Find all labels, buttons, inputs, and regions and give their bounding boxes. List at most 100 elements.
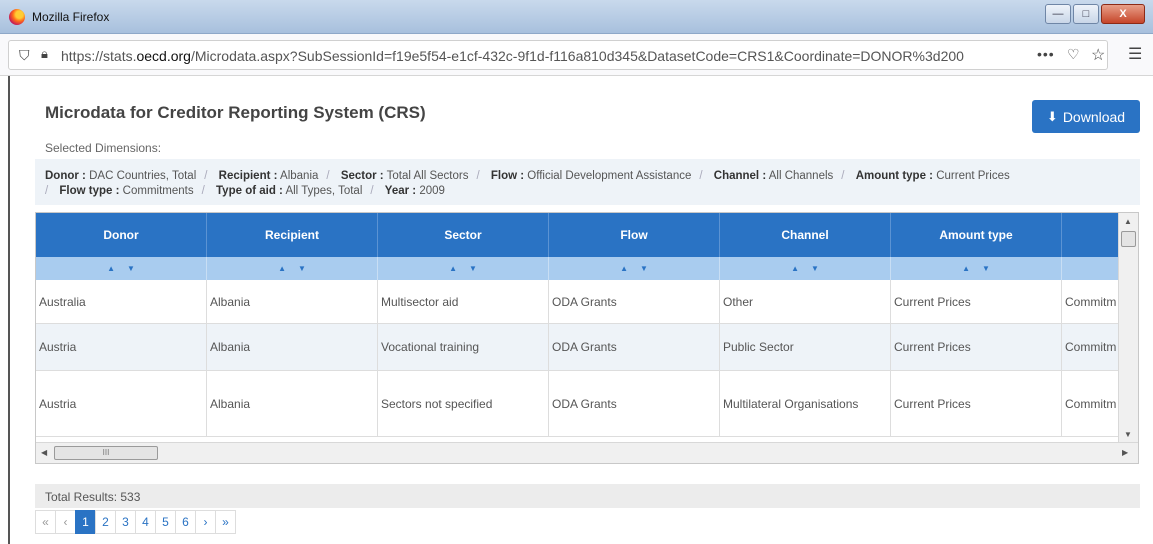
page-3-button[interactable]: 3 xyxy=(115,510,136,534)
cell-flow: ODA Grants xyxy=(549,324,720,370)
page-first-button[interactable]: « xyxy=(35,510,56,534)
sort-desc-icon[interactable]: ▼ xyxy=(640,264,648,273)
sort-controls-sector: ▲ ▼ xyxy=(378,257,549,280)
cell-donor: Australia xyxy=(36,280,207,323)
sort-asc-icon[interactable]: ▲ xyxy=(278,264,286,273)
window-titlebar: Mozilla Firefox — □ X xyxy=(0,0,1153,34)
sort-controls-flow: ▲ ▼ xyxy=(549,257,720,280)
total-results: Total Results: 533 xyxy=(45,490,141,504)
page-last-button[interactable]: » xyxy=(215,510,236,534)
data-grid: Donor Recipient Sector Flow Channel Amou… xyxy=(35,212,1139,464)
window-controls: — □ X xyxy=(1045,4,1145,24)
page-4-button[interactable]: 4 xyxy=(135,510,156,534)
window-title: Mozilla Firefox xyxy=(32,10,110,24)
scroll-up-icon[interactable]: ▲ xyxy=(1124,217,1132,226)
cell-recipient: Albania xyxy=(207,371,378,436)
pocket-icon[interactable]: ♡ xyxy=(1067,46,1080,63)
grid-body: Australia Albania Multisector aid ODA Gr… xyxy=(36,280,1118,437)
table-row[interactable]: Australia Albania Multisector aid ODA Gr… xyxy=(36,280,1118,324)
sort-asc-icon[interactable]: ▲ xyxy=(107,264,115,273)
sort-asc-icon[interactable]: ▲ xyxy=(962,264,970,273)
column-header-flow[interactable]: Flow xyxy=(549,213,720,257)
tracking-shield-icon[interactable]: ⛉ xyxy=(19,47,30,64)
dim-channel: Channel : All Channels xyxy=(713,170,834,182)
cell-sector: Multisector aid xyxy=(378,280,549,323)
sort-desc-icon[interactable]: ▼ xyxy=(298,264,306,273)
scroll-right-icon[interactable]: ▶ xyxy=(1122,448,1128,457)
results-footer: Total Results: 533 xyxy=(35,484,1140,508)
firefox-logo-icon xyxy=(9,9,25,25)
maximize-button[interactable]: □ xyxy=(1073,4,1099,24)
cell-flow: ODA Grants xyxy=(549,280,720,323)
cell-flow-type: Commitm xyxy=(1065,396,1117,411)
dim-sector: Sector : Total All Sectors xyxy=(340,170,469,182)
grid-header-row: Donor Recipient Sector Flow Channel Amou… xyxy=(36,213,1118,257)
sort-controls-donor: ▲ ▼ xyxy=(36,257,207,280)
cell-flow-type: Commitm xyxy=(1065,340,1117,354)
dim-type-of-aid: Type of aid : All Types, Total xyxy=(216,185,363,197)
page-title: Microdata for Creditor Reporting System … xyxy=(45,103,426,122)
cell-donor: Austria xyxy=(36,324,207,370)
column-header-sector[interactable]: Sector xyxy=(378,213,549,257)
cell-channel: Other xyxy=(720,280,891,323)
minimize-button[interactable]: — xyxy=(1045,4,1071,24)
bookmark-star-icon[interactable]: ☆ xyxy=(1091,45,1105,65)
dim-year: Year : 2009 xyxy=(384,185,445,197)
url-bar[interactable]: ⛉ 🔒︎ https://stats.oecd.org/Microdata.as… xyxy=(8,40,1108,70)
sort-controls-channel: ▲ ▼ xyxy=(720,257,891,280)
browser-navbar: ⛉ 🔒︎ https://stats.oecd.org/Microdata.as… xyxy=(0,34,1153,76)
column-header-amount-type[interactable]: Amount type xyxy=(891,213,1062,257)
cell-donor: Austria xyxy=(36,371,207,436)
dim-flow: Flow : Official Development Assistance xyxy=(490,170,692,182)
table-row[interactable]: Austria Albania Sectors not specified OD… xyxy=(36,371,1118,437)
vertical-scroll-thumb[interactable] xyxy=(1121,231,1136,247)
sort-desc-icon[interactable]: ▼ xyxy=(127,264,135,273)
cell-amount-type: Current Prices xyxy=(891,280,1062,323)
page-actions-menu-icon[interactable]: ••• xyxy=(1037,46,1055,62)
close-button[interactable]: X xyxy=(1101,4,1145,24)
sort-desc-icon[interactable]: ▼ xyxy=(469,264,477,273)
download-label: Download xyxy=(1062,108,1126,125)
download-button[interactable]: ⬇ Download xyxy=(1032,100,1140,133)
pagination: « ‹ 1 2 3 4 5 6 › » xyxy=(35,510,236,534)
sort-asc-icon[interactable]: ▲ xyxy=(620,264,628,273)
dim-recipient: Recipient : Albania xyxy=(218,170,319,182)
dim-amount-type: Amount type : Current Prices xyxy=(855,170,1010,182)
cell-flow: ODA Grants xyxy=(549,371,720,436)
cell-amount-type: Current Prices xyxy=(891,371,1062,436)
page-border xyxy=(8,76,10,544)
page-6-button[interactable]: 6 xyxy=(175,510,196,534)
column-header-channel[interactable]: Channel xyxy=(720,213,891,257)
sort-asc-icon[interactable]: ▲ xyxy=(791,264,799,273)
cell-channel: Public Sector xyxy=(720,324,891,370)
table-row[interactable]: Austria Albania Vocational training ODA … xyxy=(36,324,1118,371)
page-1-button[interactable]: 1 xyxy=(75,510,96,534)
page-5-button[interactable]: 5 xyxy=(155,510,176,534)
cell-flow-type: Commitm xyxy=(1065,294,1117,309)
column-header-flow-type[interactable] xyxy=(1062,213,1118,257)
page-next-button[interactable]: › xyxy=(195,510,216,534)
sort-asc-icon[interactable]: ▲ xyxy=(449,264,457,273)
selected-dimensions-label: Selected Dimensions: xyxy=(45,141,162,155)
url-text[interactable]: https://stats.oecd.org/Microdata.aspx?Su… xyxy=(61,48,964,64)
dim-flow-type: Flow type : Commitments xyxy=(59,185,194,197)
cell-sector: Vocational training xyxy=(378,324,549,370)
horizontal-scroll-thumb[interactable]: III xyxy=(54,446,158,460)
page-prev-button[interactable]: ‹ xyxy=(55,510,76,534)
cell-recipient: Albania xyxy=(207,324,378,370)
cell-sector: Sectors not specified xyxy=(378,371,549,436)
lock-icon[interactable]: 🔒︎ xyxy=(41,46,48,62)
vertical-scrollbar[interactable]: ▲ ▼ xyxy=(1118,213,1138,442)
column-header-recipient[interactable]: Recipient xyxy=(207,213,378,257)
sort-controls-flow-type xyxy=(1062,257,1118,280)
dim-donor: Donor : DAC Countries, Total xyxy=(45,170,197,182)
column-header-donor[interactable]: Donor xyxy=(36,213,207,257)
hamburger-menu-icon[interactable]: ☰ xyxy=(1128,44,1142,64)
page-2-button[interactable]: 2 xyxy=(95,510,116,534)
sort-desc-icon[interactable]: ▼ xyxy=(811,264,819,273)
scroll-down-icon[interactable]: ▼ xyxy=(1124,430,1132,439)
sort-controls-amount-type: ▲ ▼ xyxy=(891,257,1062,280)
scroll-left-icon[interactable]: ◀ xyxy=(41,448,47,457)
horizontal-scrollbar[interactable]: ◀ III ▶ xyxy=(36,442,1138,463)
sort-desc-icon[interactable]: ▼ xyxy=(982,264,990,273)
